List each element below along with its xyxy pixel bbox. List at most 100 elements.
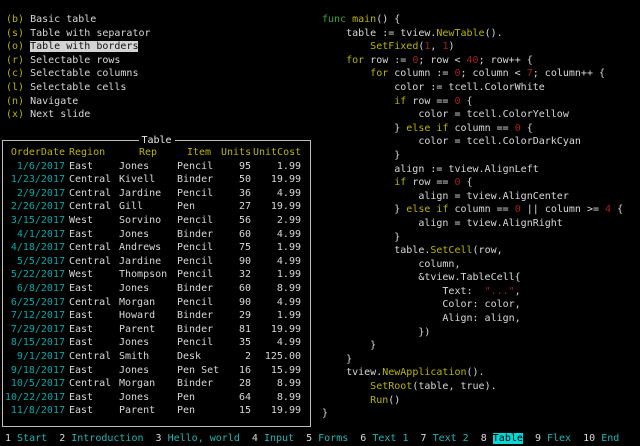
table-cell: Pen: [177, 391, 221, 405]
status-slide-label[interactable]: Input: [264, 433, 294, 444]
menu-item[interactable]: (o) Table with borders: [6, 40, 151, 54]
slide-menu: (b) Basic table(s) Table with separator(…: [6, 13, 151, 122]
menu-item[interactable]: (r) Selectable rows: [6, 54, 151, 68]
table-cell: 11/8/2017: [5, 404, 65, 418]
code-line: }): [322, 326, 623, 340]
table-cell: Gill: [119, 200, 177, 214]
table-cell: 36: [221, 187, 251, 201]
status-slide-number: 1: [5, 433, 17, 444]
menu-item-label[interactable]: Selectable cells: [30, 82, 126, 93]
menu-item[interactable]: (c) Selectable columns: [6, 67, 151, 81]
code-line: table := tview.NewTable().: [322, 27, 623, 41]
menu-item-label[interactable]: Table with separator: [30, 28, 150, 39]
table-row: 10/22/2017EastJonesPen648.99: [5, 391, 309, 405]
table-cell: 5/5/2017: [5, 255, 65, 269]
table-cell: 4.99: [253, 296, 301, 310]
table-row: 2/26/2017CentralGillPen2719.99: [5, 200, 309, 214]
code-line: align = tview.AlignCenter: [322, 190, 623, 204]
table-row: 6/25/2017CentralMorganPencil904.99: [5, 296, 309, 310]
status-slide-label[interactable]: Forms: [318, 433, 348, 444]
table-cell: 28: [221, 377, 251, 391]
table-cell: Jones: [119, 282, 177, 296]
menu-item-label[interactable]: Next slide: [30, 109, 90, 120]
code-line: }: [322, 353, 623, 367]
status-slide-label[interactable]: Hello, world: [168, 433, 240, 444]
table-cell: East: [69, 228, 119, 242]
table-cell: 19.99: [253, 323, 301, 337]
code-line: Text: "...",: [322, 285, 623, 299]
menu-item-label[interactable]: Basic table: [30, 14, 96, 25]
table-cell: 1.99: [253, 268, 301, 282]
table-cell: 90: [221, 296, 251, 310]
code-line: for row := 0; row < 40; row++ {: [322, 54, 623, 68]
table-cell: 125.00: [253, 350, 301, 364]
menu-item-label[interactable]: Selectable rows: [30, 55, 120, 66]
table-cell: 10/5/2017: [5, 377, 65, 391]
menu-item[interactable]: (l) Selectable cells: [6, 81, 151, 95]
menu-item[interactable]: (x) Next slide: [6, 108, 151, 122]
table-cell: 8.99: [253, 282, 301, 296]
table-cell: 2: [221, 350, 251, 364]
table-cell: Central: [69, 200, 119, 214]
table-cell: Pencil: [177, 214, 221, 228]
code-line: }: [322, 407, 623, 421]
status-bar: 1 Start 2 Introduction 3 Hello, world 4 …: [0, 432, 640, 446]
table-cell: East: [69, 160, 119, 174]
status-slide-item[interactable]: 8 Table: [481, 433, 523, 444]
status-slide-label[interactable]: Start: [17, 433, 47, 444]
table-cell: Central: [69, 241, 119, 255]
menu-item[interactable]: (s) Table with separator: [6, 27, 151, 41]
table-cell: 7/12/2017: [5, 309, 65, 323]
table-cell: 1.99: [253, 309, 301, 323]
status-slide-label[interactable]: Table: [493, 433, 523, 444]
table-cell: 64: [221, 391, 251, 405]
status-slide-item[interactable]: 3 Hello, world: [156, 433, 240, 444]
status-slide-item[interactable]: 7 Text 2: [421, 433, 469, 444]
table-cell: Pencil: [177, 255, 221, 269]
status-slide-item[interactable]: 2 Introduction: [59, 433, 143, 444]
status-slide-number: 9: [535, 433, 547, 444]
menu-item[interactable]: (n) Navigate: [6, 95, 151, 109]
table-cell: Sorvino: [119, 214, 177, 228]
menu-item-label[interactable]: Navigate: [30, 96, 78, 107]
status-slide-label[interactable]: Text 1: [372, 433, 408, 444]
menu-item[interactable]: (b) Basic table: [6, 13, 151, 27]
status-slide-number: 7: [421, 433, 433, 444]
table-row: 8/15/2017EastJonesPencil354.99: [5, 336, 309, 350]
status-slide-number: 5: [306, 433, 318, 444]
status-slide-item[interactable]: 4 Input: [252, 433, 294, 444]
table-cell: Binder: [177, 377, 221, 391]
status-slide-item[interactable]: 6 Text 1: [360, 433, 408, 444]
status-slide-item[interactable]: 5 Forms: [306, 433, 348, 444]
table-cell: Pencil: [177, 268, 221, 282]
status-slide-label[interactable]: Text 2: [433, 433, 469, 444]
menu-item-label[interactable]: Selectable columns: [30, 68, 138, 79]
table-row: 6/8/2017EastJonesBinder608.99: [5, 282, 309, 296]
table-cell: 35: [221, 336, 251, 350]
status-slide-label[interactable]: End: [601, 433, 619, 444]
table-cell: 7/29/2017: [5, 323, 65, 337]
code-line: }: [322, 231, 623, 245]
table-header-cell: Item: [177, 146, 221, 160]
status-slide-item[interactable]: 9 Flex: [535, 433, 571, 444]
table-row: 4/1/2017EastJonesBinder604.99: [5, 228, 309, 242]
status-slide-item[interactable]: 10 End: [583, 433, 619, 444]
terminal-screen: (b) Basic table(s) Table with separator(…: [0, 0, 640, 446]
table-cell: Central: [69, 255, 119, 269]
status-slide-label[interactable]: Flex: [547, 433, 571, 444]
table-cell: Pen Set: [177, 364, 221, 378]
table-cell: Jones: [119, 228, 177, 242]
code-line: Align: align,: [322, 312, 623, 326]
table-cell: 15.99: [253, 364, 301, 378]
status-slide-item[interactable]: 1 Start: [5, 433, 47, 444]
table-header-cell: UnitCost: [253, 146, 301, 160]
table-cell: 2/9/2017: [5, 187, 65, 201]
table-cell: Central: [69, 377, 119, 391]
menu-item-label[interactable]: Table with borders: [30, 41, 138, 52]
code-line: if row == 0 {: [322, 176, 623, 190]
code-line: color = tcell.ColorDarkCyan: [322, 135, 623, 149]
table-row: 11/8/2017EastParentPen1519.99: [5, 404, 309, 418]
status-slide-label[interactable]: Introduction: [71, 433, 143, 444]
table-cell: Parent: [119, 404, 177, 418]
table-cell: 95: [221, 160, 251, 174]
